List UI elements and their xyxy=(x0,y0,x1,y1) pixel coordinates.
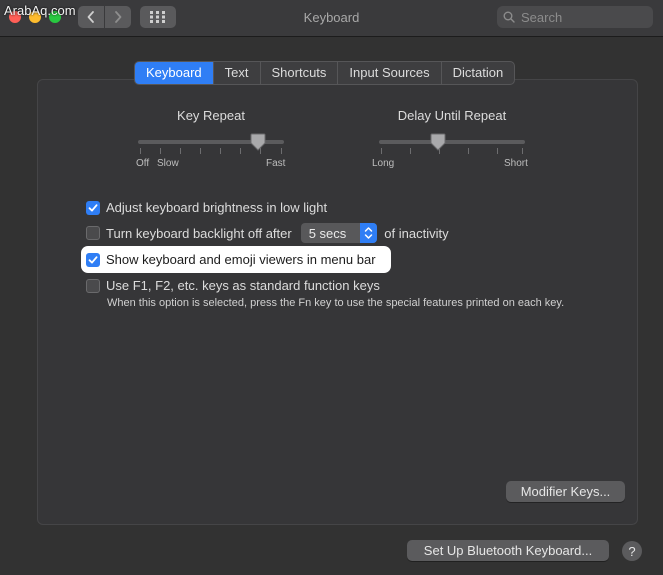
key-repeat-tick xyxy=(220,148,221,154)
viewers-label: Show keyboard and emoji viewers in menu … xyxy=(106,252,376,267)
delay-tick xyxy=(410,148,411,154)
popup-arrows-icon xyxy=(360,223,378,243)
backlight-checkbox[interactable] xyxy=(86,226,100,240)
search-field[interactable] xyxy=(497,6,653,28)
search-icon xyxy=(503,11,515,23)
function-keys-option[interactable]: Use F1, F2, etc. keys as standard functi… xyxy=(86,278,380,293)
checkmark-icon xyxy=(88,255,98,263)
key-repeat-slow-label: Slow xyxy=(157,158,179,169)
brightness-option[interactable]: Adjust keyboard brightness in low light xyxy=(86,200,327,215)
help-button[interactable]: ? xyxy=(622,541,642,561)
tab-dictation[interactable]: Dictation xyxy=(442,62,515,84)
brightness-label: Adjust keyboard brightness in low light xyxy=(106,200,328,215)
function-keys-label: Use F1, F2, etc. keys as standard functi… xyxy=(106,278,380,293)
delay-short-label: Short xyxy=(504,158,528,169)
key-repeat-off-label: Off xyxy=(136,158,150,169)
viewers-checkbox[interactable] xyxy=(86,252,100,267)
delay-until-repeat-slider-knob[interactable] xyxy=(430,133,446,151)
key-repeat-tick xyxy=(200,148,201,154)
key-repeat-fast-label: Fast xyxy=(266,158,286,169)
delay-until-repeat-track[interactable] xyxy=(379,140,525,144)
tab-keyboard[interactable]: Keyboard xyxy=(135,62,214,84)
checkmark-icon xyxy=(88,203,98,211)
tab-input-sources[interactable]: Input Sources xyxy=(338,62,442,84)
tab-bar: Keyboard Text Shortcuts Input Sources Di… xyxy=(134,61,516,85)
key-repeat-title: Key Repeat xyxy=(177,108,245,123)
title-bar: ArabAq.com Keyboard xyxy=(0,0,663,37)
search-input[interactable] xyxy=(519,8,643,26)
tab-text[interactable]: Text xyxy=(214,62,261,84)
delay-long-label: Long xyxy=(372,158,395,169)
function-keys-checkbox[interactable] xyxy=(86,278,100,293)
key-repeat-tick xyxy=(180,148,181,154)
backlight-label-before: Turn keyboard backlight off after xyxy=(106,225,292,241)
delay-until-repeat-title: Delay Until Repeat xyxy=(397,108,507,123)
brightness-checkbox[interactable] xyxy=(86,200,100,215)
key-repeat-tick xyxy=(160,148,161,154)
delay-tick xyxy=(522,148,523,154)
key-repeat-slider-knob[interactable] xyxy=(250,133,266,151)
delay-tick xyxy=(468,148,469,154)
keyboard-preferences-window: ArabAq.com Keyboard Search Keyboard Text… xyxy=(0,0,663,575)
viewers-option[interactable]: Show keyboard and emoji viewers in menu … xyxy=(86,252,376,267)
backlight-option[interactable]: Turn keyboard backlight off after 5 secs… xyxy=(86,223,449,243)
delay-tick xyxy=(381,148,382,154)
set-up-bluetooth-keyboard-button[interactable]: Set Up Bluetooth Keyboard... xyxy=(407,540,609,561)
key-repeat-tick xyxy=(140,148,141,154)
tab-shortcuts[interactable]: Shortcuts xyxy=(261,62,339,84)
backlight-timeout-popup[interactable]: 5 secs xyxy=(300,223,378,243)
delay-tick xyxy=(497,148,498,154)
key-repeat-tick xyxy=(240,148,241,154)
function-keys-note: When this option is selected, press the … xyxy=(107,297,565,309)
backlight-label-after: of inactivity xyxy=(384,225,449,241)
backlight-timeout-value: 5 secs xyxy=(308,225,347,241)
modifier-keys-button[interactable]: Modifier Keys... xyxy=(506,481,625,502)
key-repeat-tick xyxy=(281,148,282,154)
